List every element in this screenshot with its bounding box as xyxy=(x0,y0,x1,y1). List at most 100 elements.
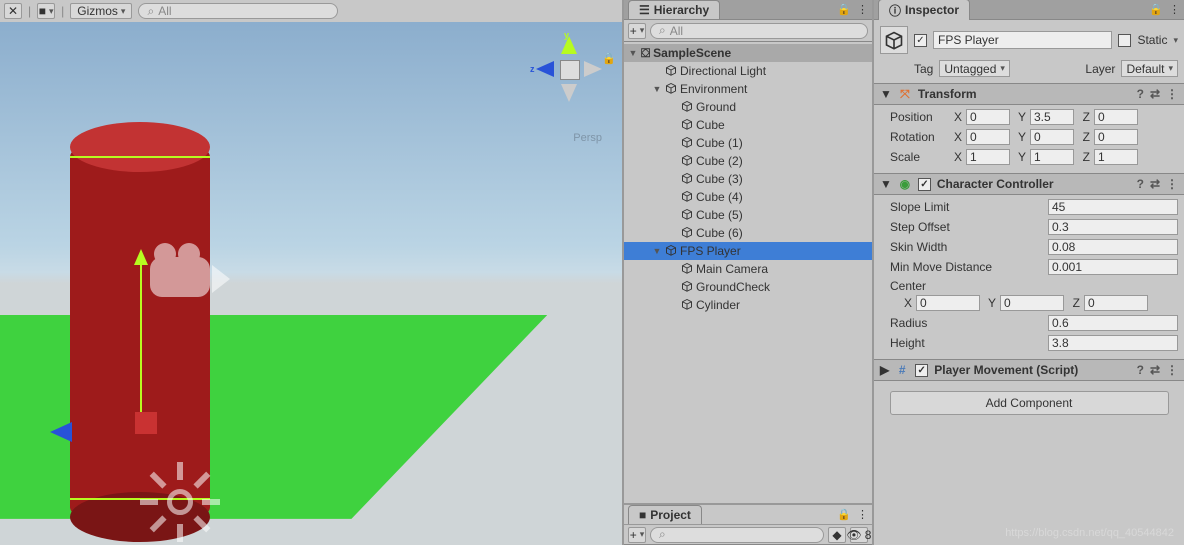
gizmos-dropdown[interactable]: Gizmos▾ xyxy=(70,3,132,19)
help-icon[interactable]: ? xyxy=(1137,87,1144,101)
menu-icon[interactable]: ⋮ xyxy=(1166,177,1178,191)
inspector-tab[interactable]: ⓘInspector xyxy=(878,0,970,21)
gameobject-icon xyxy=(665,244,677,259)
create-button[interactable]: +▾ xyxy=(628,527,646,543)
scene-search[interactable]: ⌕All xyxy=(138,3,338,19)
center-z[interactable] xyxy=(1084,295,1148,311)
visibility-icon[interactable]: 👁8 xyxy=(850,527,868,543)
layer-dropdown[interactable]: Default▾ xyxy=(1121,60,1178,77)
radius-field[interactable] xyxy=(1048,315,1178,331)
menu-icon[interactable]: ⋮ xyxy=(1166,363,1178,377)
help-icon[interactable]: ? xyxy=(1137,177,1144,191)
gameobject-icon[interactable] xyxy=(880,26,908,54)
height-field[interactable] xyxy=(1048,335,1178,351)
charctrl-enable-checkbox[interactable]: ✓ xyxy=(918,178,931,191)
scene-root[interactable]: ▼ ⛋ SampleScene ⋮ xyxy=(624,44,872,62)
hierarchy-item-selected[interactable]: ▼FPS Player xyxy=(624,242,872,260)
preset-icon[interactable]: ⇄ xyxy=(1150,363,1160,377)
menu-icon[interactable]: ⋮ xyxy=(1166,87,1178,101)
hierarchy-tab[interactable]: ☰Hierarchy xyxy=(628,0,720,19)
hierarchy-search[interactable]: ⌕All xyxy=(650,23,868,39)
hierarchy-item[interactable]: GroundCheck xyxy=(624,278,872,296)
step-field[interactable] xyxy=(1048,219,1178,235)
hierarchy-tree[interactable]: ▼ ⛋ SampleScene ⋮ Directional Light▼Envi… xyxy=(624,42,872,503)
transform-header[interactable]: ▼ ⤧ Transform ? ⇄ ⋮ xyxy=(874,83,1184,105)
project-search[interactable]: ⌕ xyxy=(650,527,824,543)
fps-player-object[interactable] xyxy=(70,122,210,542)
move-gizmo-center[interactable] xyxy=(135,412,157,434)
move-gizmo-z[interactable] xyxy=(40,422,72,442)
scene-view[interactable]: ✕ | ■▾ | Gizmos▾ ⌕All y z 🔒 xyxy=(0,0,624,545)
project-tab[interactable]: ■Project xyxy=(628,505,702,524)
skin-field[interactable] xyxy=(1048,239,1178,255)
hierarchy-item[interactable]: Cube (5) xyxy=(624,206,872,224)
scale-x[interactable] xyxy=(966,149,1010,165)
rotation-x[interactable] xyxy=(966,129,1010,145)
mmd-field[interactable] xyxy=(1048,259,1178,275)
scale-y[interactable] xyxy=(1030,149,1074,165)
move-gizmo-y[interactable] xyxy=(140,252,142,422)
hierarchy-item[interactable]: ▼Environment xyxy=(624,80,872,98)
info-icon: ⓘ xyxy=(889,2,901,19)
hierarchy-item[interactable]: Cube (1) xyxy=(624,134,872,152)
lock-icon[interactable]: 🔒 xyxy=(837,508,851,521)
center-y[interactable] xyxy=(1000,295,1064,311)
static-dropdown[interactable]: ▾ xyxy=(1173,35,1178,46)
hierarchy-item[interactable]: Ground xyxy=(624,98,872,116)
rotation-z[interactable] xyxy=(1094,129,1138,145)
lock-icon[interactable]: 🔒 xyxy=(1149,3,1163,16)
scale-z[interactable] xyxy=(1094,149,1138,165)
help-icon[interactable]: ? xyxy=(1137,363,1144,377)
lock-icon[interactable]: 🔒 xyxy=(602,52,616,65)
position-y[interactable] xyxy=(1030,109,1074,125)
tag-dropdown[interactable]: Untagged▾ xyxy=(939,60,1010,77)
fold-icon[interactable]: ▼ xyxy=(880,87,892,101)
scene-viewport[interactable]: y z 🔒 Persp xyxy=(0,22,622,545)
menu-icon[interactable]: ⋮ xyxy=(857,508,868,521)
fold-icon[interactable]: ▶ xyxy=(880,363,889,377)
project-toolbar: +▾ ⌕ ◆ 👁8 xyxy=(624,525,872,545)
center-x[interactable] xyxy=(916,295,980,311)
script-header[interactable]: ▶ # ✓ Player Movement (Script) ? ⇄ ⋮ xyxy=(874,359,1184,381)
fold-icon[interactable]: ▼ xyxy=(880,177,892,191)
hierarchy-item[interactable]: Cylinder xyxy=(624,296,872,314)
active-checkbox[interactable]: ✓ xyxy=(914,34,927,47)
camera-mode-icon[interactable]: ■▾ xyxy=(37,3,55,19)
tools-icon[interactable]: ✕ xyxy=(4,3,22,19)
menu-icon[interactable]: ⋮ xyxy=(857,3,868,16)
rotation-y[interactable] xyxy=(1030,129,1074,145)
charctrl-header[interactable]: ▼ ◉ ✓ Character Controller ? ⇄ ⋮ xyxy=(874,173,1184,195)
create-button[interactable]: +▾ xyxy=(628,23,646,39)
preset-icon[interactable]: ⇄ xyxy=(1150,177,1160,191)
add-component-button[interactable]: Add Component xyxy=(890,391,1169,415)
scale-label: Scale xyxy=(890,150,946,164)
hierarchy-item[interactable]: Cube (2) xyxy=(624,152,872,170)
menu-icon[interactable]: ⋮ xyxy=(1169,3,1180,16)
position-x[interactable] xyxy=(966,109,1010,125)
fold-icon[interactable]: ▼ xyxy=(652,246,662,256)
static-checkbox[interactable] xyxy=(1118,34,1131,47)
hierarchy-toolbar: +▾ ⌕All xyxy=(624,20,872,42)
filter-icon[interactable]: ◆ xyxy=(828,527,846,543)
center-label: Center xyxy=(890,279,926,293)
position-z[interactable] xyxy=(1094,109,1138,125)
hierarchy-item[interactable]: Cube (3) xyxy=(624,170,872,188)
hierarchy-item[interactable]: Cube (6) xyxy=(624,224,872,242)
item-label: Cube (1) xyxy=(696,136,743,150)
hierarchy-item[interactable]: Main Camera xyxy=(624,260,872,278)
orientation-gizmo[interactable]: y z xyxy=(534,34,604,104)
hierarchy-item[interactable]: Cube xyxy=(624,116,872,134)
gameobject-header: ✓ Static▾ xyxy=(874,20,1184,60)
persp-label[interactable]: Persp xyxy=(573,132,602,144)
fold-icon[interactable]: ▼ xyxy=(628,48,638,58)
fold-icon[interactable]: ▼ xyxy=(652,84,662,94)
tag-value: Untagged xyxy=(944,62,996,76)
script-enable-checkbox[interactable]: ✓ xyxy=(915,364,928,377)
hierarchy-item[interactable]: Directional Light xyxy=(624,62,872,80)
preset-icon[interactable]: ⇄ xyxy=(1150,87,1160,101)
hierarchy-item[interactable]: Cube (4) xyxy=(624,188,872,206)
name-field[interactable] xyxy=(933,31,1112,49)
lock-icon[interactable]: 🔒 xyxy=(837,3,851,16)
axis-z-label: z xyxy=(530,64,535,74)
slope-field[interactable] xyxy=(1048,199,1178,215)
